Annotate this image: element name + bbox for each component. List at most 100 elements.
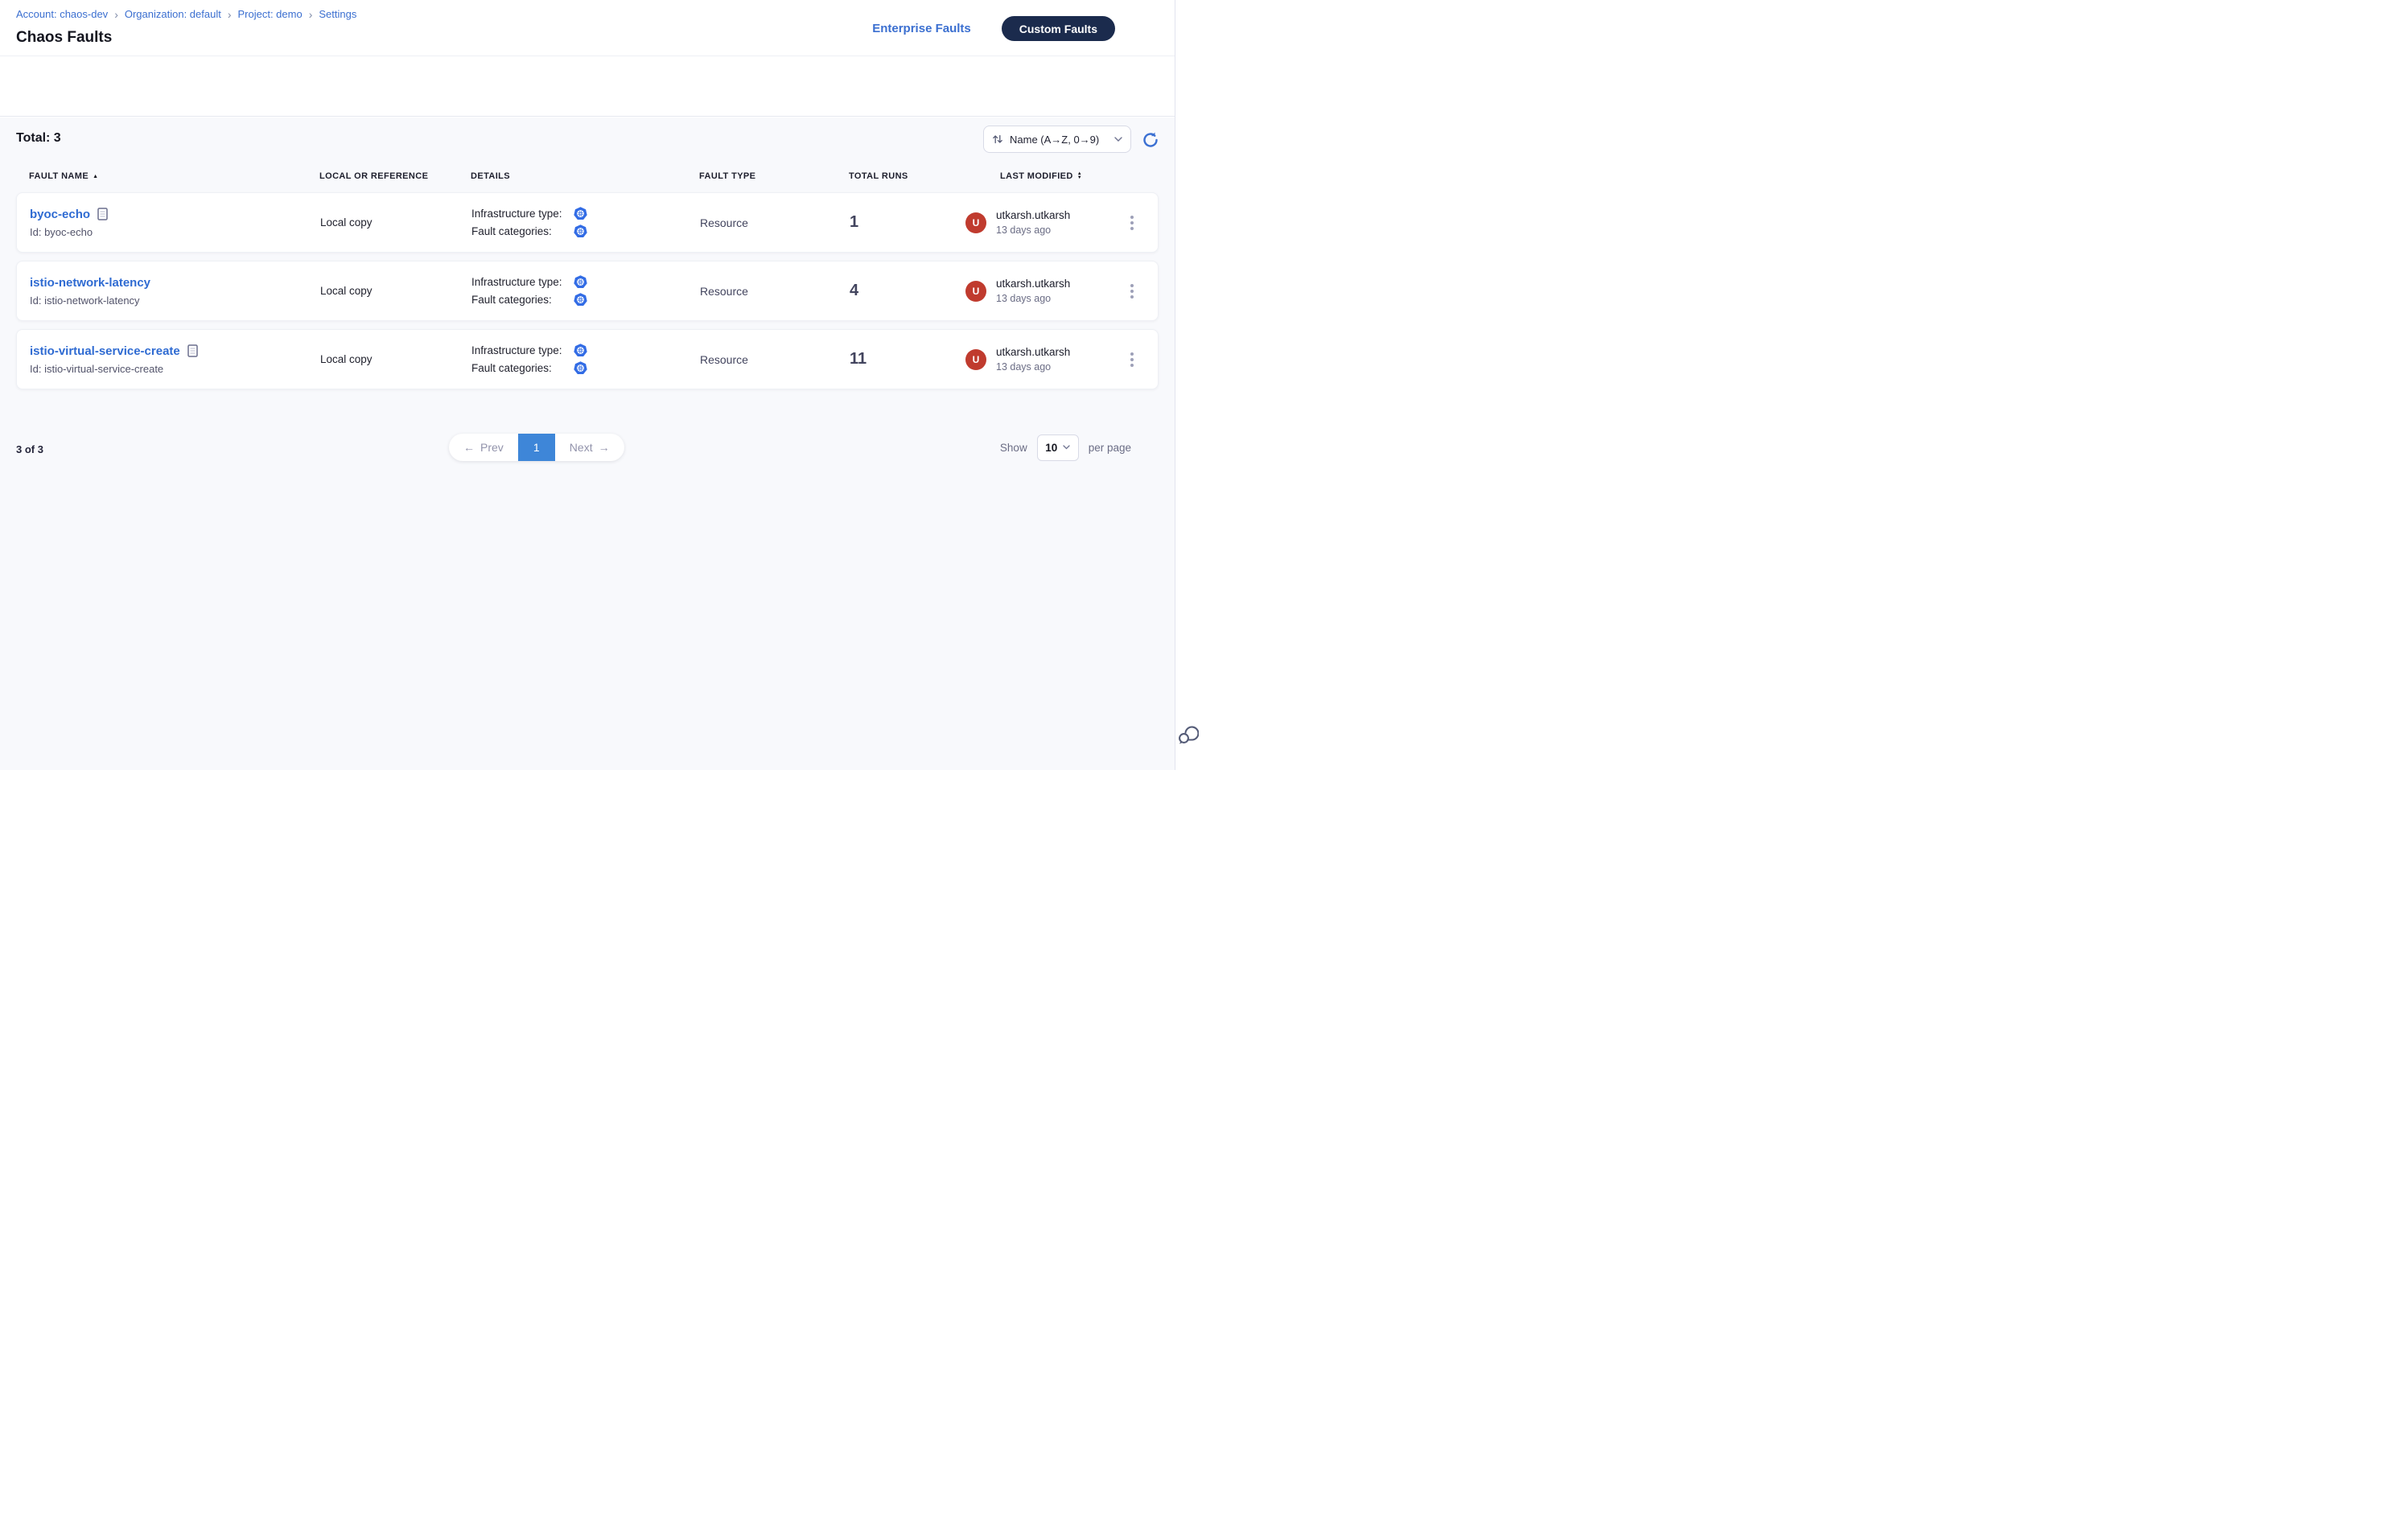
refresh-icon — [1142, 131, 1159, 149]
kubernetes-icon[interactable] — [574, 361, 587, 375]
fault-categories-label: Fault categories: — [471, 225, 574, 237]
modified-time: 13 days ago — [996, 293, 1070, 304]
column-header-last-modified[interactable]: LAST MODIFIED ▲▼ — [965, 171, 1123, 181]
next-page-button[interactable]: Next → — [555, 434, 624, 461]
page-title: Chaos Faults — [16, 29, 112, 47]
arrow-right-icon: → — [599, 441, 610, 454]
fault-id: Id: byoc-echo — [30, 226, 320, 238]
local-or-reference-value: Local copy — [320, 216, 471, 229]
fault-categories-label: Fault categories: — [471, 362, 574, 374]
breadcrumb-project[interactable]: Project: demo — [238, 8, 303, 20]
last-modified-cell: U utkarsh.utkarsh 13 days ago — [965, 346, 1122, 373]
chevron-right-icon: › — [309, 9, 313, 20]
kubernetes-icon[interactable] — [574, 224, 587, 238]
kubernetes-icon[interactable] — [574, 344, 587, 357]
column-header-details: DETAILS — [471, 171, 699, 181]
sort-asc-icon: ▲ — [93, 174, 98, 179]
fault-name-link[interactable]: byoc-echo — [30, 208, 90, 221]
fault-id: Id: istio-virtual-service-create — [30, 363, 320, 375]
toolbar: + New Fault Category ✕ Fault Type ✕ Tag(… — [0, 56, 1175, 117]
next-label: Next — [570, 441, 593, 454]
total-runs-value: 4 — [850, 282, 965, 300]
chevron-down-icon — [1114, 137, 1122, 142]
modified-by: utkarsh.utkarsh — [996, 278, 1070, 290]
kubernetes-icon[interactable] — [574, 207, 587, 220]
page-size-value: 10 — [1045, 442, 1057, 454]
page-size-select[interactable]: 10 — [1037, 434, 1079, 461]
infrastructure-type-label: Infrastructure type: — [471, 344, 574, 356]
page-number-button[interactable]: 1 — [518, 434, 555, 461]
column-header-local-or-reference: LOCAL OR REFERENCE — [319, 171, 471, 181]
fault-name-cell: istio-virtual-service-create Id: istio-v… — [17, 344, 320, 375]
column-label: LOCAL OR REFERENCE — [319, 171, 428, 181]
column-header-fault-name[interactable]: FAULT NAME ▲ — [16, 171, 319, 181]
top-header: Account: chaos-dev › Organization: defau… — [0, 0, 1175, 56]
fault-row: istio-virtual-service-create Id: istio-v… — [16, 329, 1159, 389]
column-label: LAST MODIFIED — [1000, 171, 1073, 181]
table-header-row: FAULT NAME ▲ LOCAL OR REFERENCE DETAILS … — [16, 167, 1159, 185]
fault-name-link[interactable]: istio-network-latency — [30, 276, 150, 290]
breadcrumb-organization[interactable]: Organization: default — [125, 8, 221, 20]
infrastructure-type-label: Infrastructure type: — [471, 208, 574, 220]
details-cell: Infrastructure type: Fault categories: — [471, 275, 700, 307]
show-label: Show — [1000, 442, 1027, 454]
fault-name-cell: byoc-echo Id: byoc-echo — [17, 208, 320, 238]
header-actions: Enterprise Faults Custom Faults — [872, 16, 1115, 41]
prev-page-button[interactable]: ← Prev — [449, 434, 518, 461]
chat-help-button[interactable] — [1177, 724, 1199, 746]
fault-list-panel: Total: 3 Name (A→Z, 0→9) FAULT NAME ▲ LO… — [0, 117, 1175, 770]
chevron-down-icon — [1063, 445, 1070, 450]
chevron-right-icon: › — [228, 9, 232, 20]
total-count: Total: 3 — [16, 131, 61, 146]
kubernetes-icon[interactable] — [574, 293, 587, 307]
sort-select[interactable]: Name (A→Z, 0→9) — [983, 126, 1131, 153]
fault-type-value: Resource — [700, 285, 850, 298]
sort-arrows-icon — [992, 134, 1003, 145]
file-text-icon[interactable] — [187, 344, 198, 357]
fault-name-link[interactable]: istio-virtual-service-create — [30, 344, 180, 358]
breadcrumb-settings[interactable]: Settings — [319, 8, 356, 20]
last-modified-cell: U utkarsh.utkarsh 13 days ago — [965, 209, 1122, 236]
infrastructure-type-label: Infrastructure type: — [471, 276, 574, 288]
modified-time: 13 days ago — [996, 224, 1070, 236]
sort-label: Name (A→Z, 0→9) — [1010, 134, 1108, 146]
column-label: FAULT TYPE — [699, 171, 755, 181]
fault-type-value: Resource — [700, 353, 850, 366]
details-cell: Infrastructure type: Fault categories: — [471, 207, 700, 238]
column-label: DETAILS — [471, 171, 510, 181]
custom-faults-button[interactable]: Custom Faults — [1002, 16, 1115, 41]
modified-by: utkarsh.utkarsh — [996, 209, 1070, 221]
arrow-left-icon: ← — [463, 441, 475, 454]
local-or-reference-value: Local copy — [320, 285, 471, 297]
breadcrumb-account[interactable]: Account: chaos-dev — [16, 8, 108, 20]
prev-label: Prev — [480, 441, 504, 454]
row-count: 3 of 3 — [16, 443, 43, 455]
file-text-icon[interactable] — [97, 208, 108, 220]
total-runs-value: 1 — [850, 213, 965, 232]
fault-id: Id: istio-network-latency — [30, 294, 320, 307]
row-menu-button[interactable] — [1122, 211, 1142, 235]
breadcrumb: Account: chaos-dev › Organization: defau… — [16, 8, 356, 20]
chat-bubbles-icon — [1177, 724, 1199, 746]
per-page-label: per page — [1089, 442, 1131, 454]
enterprise-faults-link[interactable]: Enterprise Faults — [872, 22, 971, 35]
last-modified-cell: U utkarsh.utkarsh 13 days ago — [965, 278, 1122, 304]
fault-name-cell: istio-network-latency Id: istio-network-… — [17, 276, 320, 307]
refresh-button[interactable] — [1142, 131, 1159, 149]
row-menu-button[interactable] — [1122, 348, 1142, 372]
row-menu-button[interactable] — [1122, 279, 1142, 303]
fault-type-value: Resource — [700, 216, 850, 229]
total-runs-value: 11 — [850, 350, 965, 369]
avatar: U — [965, 212, 986, 233]
details-cell: Infrastructure type: Fault categories: — [471, 344, 700, 375]
chevron-right-icon: › — [114, 9, 118, 20]
column-header-total-runs: TOTAL RUNS — [849, 171, 965, 181]
avatar: U — [965, 349, 986, 370]
modified-by: utkarsh.utkarsh — [996, 346, 1070, 358]
pagination: ← Prev 1 Next → — [449, 434, 624, 461]
sortable-icon: ▲▼ — [1077, 172, 1082, 180]
modified-time: 13 days ago — [996, 361, 1070, 373]
avatar: U — [965, 281, 986, 302]
fault-row: byoc-echo Id: byoc-echo Local copy Infra… — [16, 192, 1159, 253]
kubernetes-icon[interactable] — [574, 275, 587, 289]
